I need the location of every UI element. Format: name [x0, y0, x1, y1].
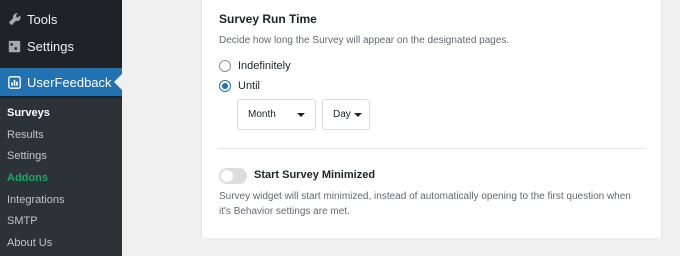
active-indicator: [114, 74, 122, 90]
sidebar-item-label: Settings: [27, 39, 74, 54]
submenu-item-integrations[interactable]: Integrations: [7, 194, 64, 206]
month-select[interactable]: Month: [237, 99, 316, 130]
submenu-item-about-us[interactable]: About Us: [7, 237, 52, 249]
start-minimized-description-line2: it's Behavior settings are met.: [219, 206, 350, 217]
userfeedback-submenu: Surveys Results Settings Addons Integrat…: [0, 98, 122, 256]
settings-icon: [7, 40, 21, 54]
run-time-title: Survey Run Time: [219, 12, 317, 26]
submenu-item-smtp[interactable]: SMTP: [7, 215, 38, 227]
sidebar-item-label: UserFeedback: [27, 74, 112, 90]
sidebar-item-userfeedback[interactable]: UserFeedback: [0, 68, 122, 96]
radio-until[interactable]: Until: [219, 80, 260, 92]
radio-until-circle[interactable]: [219, 80, 231, 92]
submenu-item-addons[interactable]: Addons: [7, 172, 48, 184]
radio-until-label: Until: [238, 80, 261, 92]
radio-indefinitely[interactable]: Indefinitely: [219, 60, 291, 72]
start-minimized-toggle[interactable]: [219, 168, 247, 184]
radio-indefinitely-label: Indefinitely: [238, 60, 291, 72]
sidebar-item-settings[interactable]: Settings: [0, 33, 122, 60]
day-select[interactable]: Day: [322, 99, 370, 130]
caret-down-icon: [354, 112, 362, 117]
start-minimized-title: Start Survey Minimized: [254, 169, 376, 181]
toggle-knob: [221, 170, 233, 182]
start-minimized-description-line1: Survey widget will start minimized, inst…: [219, 191, 631, 202]
userfeedback-icon: [7, 75, 21, 89]
sidebar-item-label: Tools: [27, 12, 58, 27]
admin-sidebar: Tools Settings UserFeedback Surveys Resu…: [0, 0, 122, 256]
day-select-value: Day: [333, 109, 351, 120]
caret-down-icon: [297, 112, 305, 117]
submenu-item-results[interactable]: Results: [7, 129, 44, 141]
submenu-item-surveys[interactable]: Surveys: [7, 107, 50, 119]
run-time-description: Decide how long the Survey will appear o…: [219, 35, 510, 46]
submenu-item-settings[interactable]: Settings: [7, 150, 47, 162]
wrench-icon: [7, 13, 21, 27]
section-divider: [218, 148, 644, 149]
month-select-value: Month: [248, 109, 276, 120]
radio-indefinitely-circle[interactable]: [219, 60, 231, 72]
sidebar-item-tools[interactable]: Tools: [0, 6, 122, 33]
